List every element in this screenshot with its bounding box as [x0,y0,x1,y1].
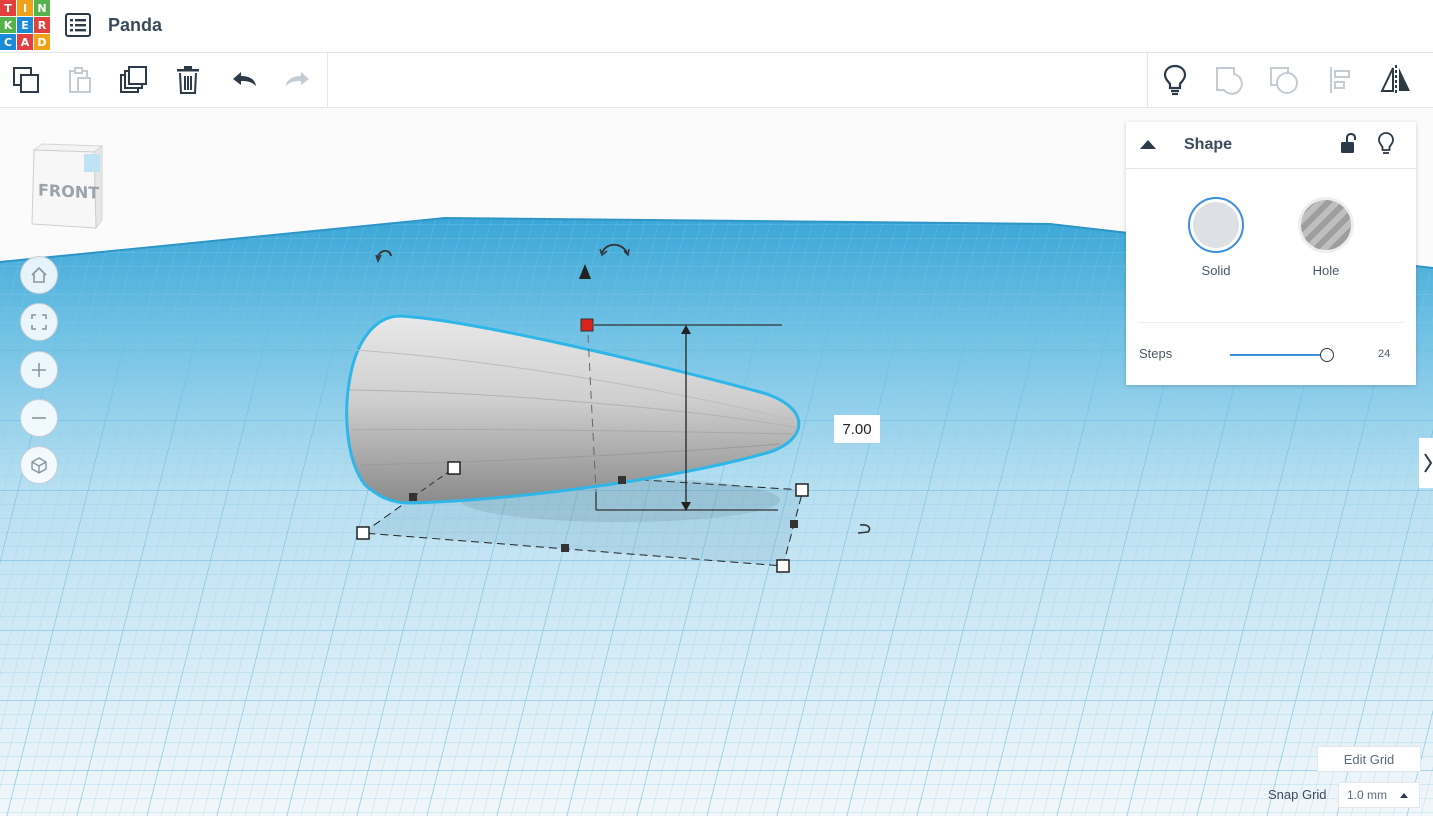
fit-view-button[interactable] [20,303,58,341]
height-dimension-value[interactable]: 7.00 [834,415,880,443]
steps-slider[interactable] [1230,348,1334,362]
lightbulb-icon [1378,132,1394,154]
paste-button[interactable] [54,53,106,107]
logo-letter: I [17,0,33,16]
toolbar [0,53,1433,108]
logo-letter: D [34,34,50,50]
expand-side-panel-button[interactable] [1419,438,1433,488]
paste-icon [69,67,91,93]
ungroup-button[interactable] [1258,53,1310,107]
caret-up-icon [1400,793,1408,798]
zoom-in-button[interactable] [20,351,58,389]
slider-fill [1230,354,1326,356]
home-view-button[interactable] [20,256,58,294]
slider-knob[interactable] [1320,348,1334,362]
logo-letter: R [34,17,50,33]
view-cube[interactable]: FRONT [28,140,108,232]
home-icon [31,266,47,283]
undo-icon [233,72,256,86]
visibility-button[interactable] [1376,131,1396,157]
align-icon [1330,67,1350,93]
fit-view-icon [31,314,47,330]
delete-icon [177,66,199,94]
duplicate-button[interactable] [108,53,160,107]
project-name[interactable]: Panda [108,15,162,36]
copy-icon [13,67,39,93]
steps-label: Steps [1139,346,1173,361]
list-icon [65,13,91,37]
snap-grid-select[interactable]: 1.0 mm [1338,782,1420,808]
zoom-out-icon [32,417,46,419]
mirror-button[interactable] [1370,53,1422,107]
toolbar-divider [1147,53,1148,107]
solid-swatch[interactable] [1188,197,1244,253]
logo-letter: K [0,17,16,33]
ortho-view-button[interactable] [20,446,58,484]
copy-button[interactable] [0,53,52,107]
triangle-up-icon [1140,140,1156,149]
lightbulb-icon [1163,64,1187,96]
solid-label: Solid [1201,263,1231,278]
panel-title: Shape [1184,136,1233,153]
chevron-right-icon [1424,453,1433,473]
tinkercad-logo[interactable]: T I N K E R C A D [0,0,50,50]
undo-button[interactable] [218,53,270,107]
solid-color-circle [1193,202,1239,248]
hole-label: Hole [1312,263,1340,278]
group-icon [1216,67,1243,95]
shape-inspector-panel: Shape Solid Hole Steps 24 [1126,122,1416,385]
panel-divider [1138,322,1404,323]
panel-header: Shape [1126,122,1416,169]
align-button[interactable] [1314,53,1366,107]
redo-button[interactable] [272,53,324,107]
duplicate-icon [120,66,147,93]
edit-grid-button[interactable]: Edit Grid [1317,746,1421,772]
zoom-in-icon [32,363,46,377]
logo-letter: C [0,34,16,50]
toolbar-divider [327,53,328,107]
hole-swatch[interactable] [1301,200,1351,250]
design-list-button[interactable] [64,12,92,38]
show-all-button[interactable] [1149,53,1201,107]
group-button[interactable] [1204,53,1256,107]
logo-letter: A [17,34,33,50]
unlock-icon [1341,132,1356,153]
mirror-icon [1380,65,1410,95]
logo-letter: E [17,17,33,33]
snap-grid-value: 1.0 mm [1347,788,1388,802]
redo-icon [286,72,309,86]
view-cube-front-label: FRONT [38,180,100,203]
collapse-panel-button[interactable] [1138,136,1158,154]
delete-button[interactable] [162,53,214,107]
lock-button[interactable] [1338,132,1358,156]
steps-value: 24 [1378,348,1391,360]
zoom-out-button[interactable] [20,399,58,437]
ortho-view-icon [31,457,47,474]
top-bar: T I N K E R C A D Panda [0,0,1433,53]
ungroup-icon [1270,67,1298,94]
logo-letter: T [0,0,16,16]
logo-letter: N [34,0,50,16]
snap-grid-label: Snap Grid [1268,787,1327,802]
